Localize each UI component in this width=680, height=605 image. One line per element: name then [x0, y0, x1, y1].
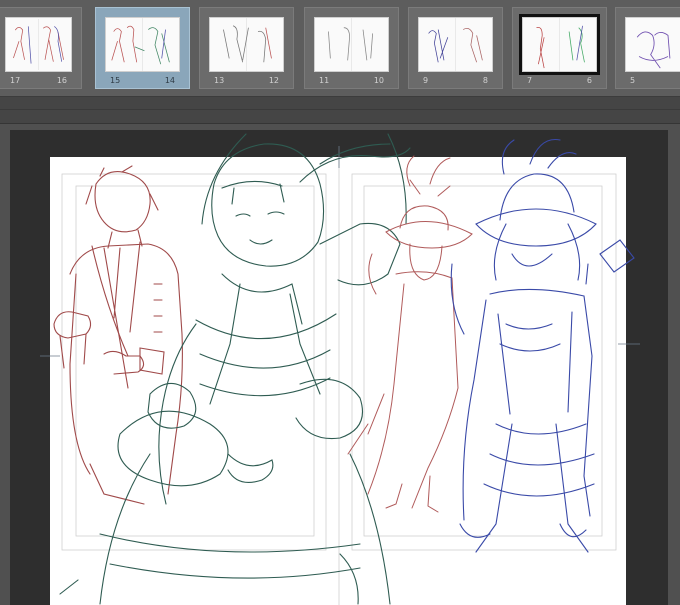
page-thumbnail-strip: 17 16 15 14 13 12 11 10 9 8 7 6 5 — [0, 0, 680, 97]
sketch-green-character — [59, 133, 411, 605]
thumbnail-sketch — [636, 31, 671, 69]
page-number-left: 5 — [630, 76, 636, 85]
page-spread-15-14[interactable]: 15 14 — [95, 7, 190, 89]
page-number-left: 7 — [527, 76, 533, 85]
thumbnail-sketch — [223, 18, 272, 71]
page-spread-7-6[interactable]: 7 6 — [512, 7, 607, 89]
thumbnail-sketch — [428, 18, 483, 71]
page-thumbnail[interactable] — [314, 17, 389, 72]
page-thumbnail[interactable] — [5, 17, 72, 72]
page-thumbnail[interactable] — [209, 17, 284, 72]
page-number-right: 12 — [268, 76, 279, 85]
thumbnail-sketch — [13, 18, 64, 71]
page-thumbnail[interactable] — [105, 17, 180, 72]
page-number-right: 14 — [164, 76, 175, 85]
divider-line — [0, 109, 680, 110]
page-thumbnail[interactable] — [625, 17, 680, 72]
page-spread-11-10[interactable]: 11 10 — [304, 7, 399, 89]
page-thumbnail[interactable] — [522, 17, 597, 72]
page-thumbnail[interactable] — [418, 17, 493, 72]
page-spread-5[interactable]: 5 — [615, 7, 680, 89]
sketch-red-hat-character — [347, 155, 473, 513]
page-spread-9-8[interactable]: 9 8 — [408, 7, 503, 89]
sketch-red-character — [53, 165, 183, 505]
page-spread-13-12[interactable]: 13 12 — [199, 7, 294, 89]
panel-divider[interactable] — [0, 97, 680, 124]
page-number-left: 11 — [319, 76, 330, 85]
sketch-artwork — [40, 133, 640, 605]
page-guides — [61, 157, 617, 605]
thumbnail-sketch — [328, 18, 374, 71]
sketch-layer — [0, 124, 680, 605]
page-number-right: 10 — [373, 76, 384, 85]
page-number-right: 16 — [56, 76, 67, 85]
page-number-right: 8 — [482, 76, 488, 85]
page-number-left: 9 — [423, 76, 429, 85]
page-spread-17-16[interactable]: 17 16 — [0, 7, 82, 89]
page-number-right: 6 — [586, 76, 592, 85]
page-number-left: 17 — [10, 76, 21, 85]
page-number-left: 13 — [214, 76, 225, 85]
thumbnail-sketch — [536, 18, 585, 71]
page-number-left: 15 — [110, 76, 121, 85]
thumbnail-sketch — [111, 18, 170, 71]
sketch-blue-character — [450, 138, 635, 553]
